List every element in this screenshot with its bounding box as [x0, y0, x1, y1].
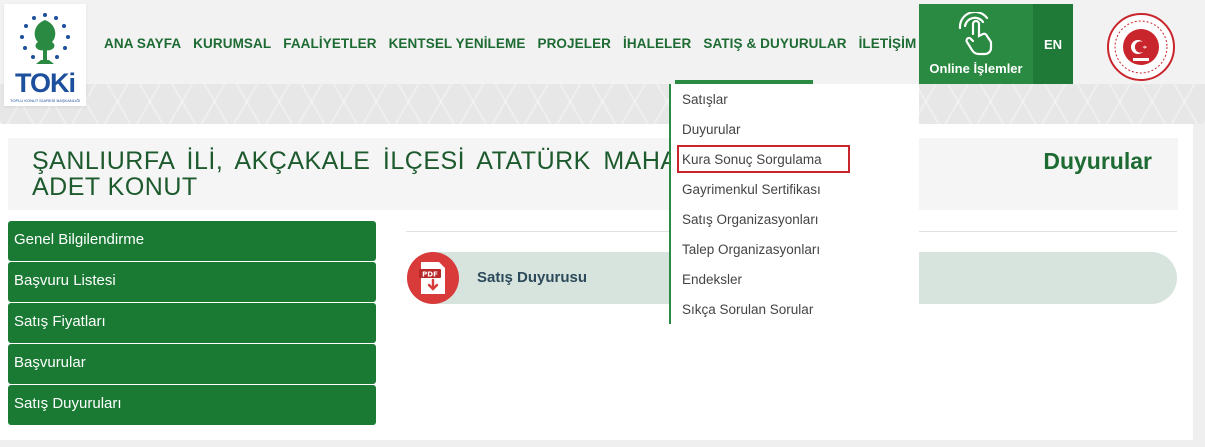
ministry-seal-icon	[1107, 13, 1175, 81]
sidebar: Genel Bilgilendirme Başvuru Listesi Satı…	[8, 221, 376, 426]
nav-item-faaliyetler[interactable]: FAALİYETLER	[283, 36, 376, 51]
logo-text: TOKi	[14, 68, 76, 98]
page-title: ŞANLIURFA İLİ, AKÇAKALE İLÇESİ ATATÜRK M…	[32, 147, 692, 201]
dropdown-item-sss[interactable]: Sıkça Sorulan Sorular	[682, 302, 813, 317]
main-nav: ANA SAYFA KURUMSAL FAALİYETLER KENTSEL Y…	[104, 36, 928, 51]
logo-subtitle: TOPLU KONUT İDARESİ BAŞKANLIĞI	[10, 98, 80, 103]
toki-logo[interactable]: TOKi TOPLU KONUT İDARESİ BAŞKANLIĞI	[4, 4, 86, 106]
nav-item-satis-duyurular[interactable]: SATIŞ & DUYURULAR	[703, 36, 846, 51]
sidebar-item-satis-duyurulari[interactable]: Satış Duyuruları	[8, 385, 376, 425]
sidebar-item-basvuru-listesi[interactable]: Başvuru Listesi	[8, 262, 376, 302]
pdf-badge: PDF	[422, 271, 438, 279]
dropdown-item-duyurular[interactable]: Duyurular	[682, 122, 741, 137]
title-bar: ŞANLIURFA İLİ, AKÇAKALE İLÇESİ ATATÜRK M…	[8, 138, 1178, 210]
pdf-download-button[interactable]: PDF	[407, 252, 459, 304]
dropdown-item-satislar[interactable]: Satışlar	[682, 92, 728, 107]
online-islemler-label: Online İşlemler	[929, 61, 1023, 76]
sidebar-item-genel-bilgilendirme[interactable]: Genel Bilgilendirme	[8, 221, 376, 261]
nav-item-kentsel-yenileme[interactable]: KENTSEL YENİLEME	[389, 36, 526, 51]
language-switch-en[interactable]: EN	[1033, 4, 1073, 84]
dropdown-item-gayrimenkul-sertifikasi[interactable]: Gayrimenkul Sertifikası	[682, 182, 821, 197]
sidebar-item-basvurular[interactable]: Başvurular	[8, 344, 376, 384]
satis-duyurular-dropdown: Satışlar Duyurular Kura Sonuç Sorgulama …	[669, 84, 919, 324]
tree-logo-icon	[20, 13, 70, 64]
dropdown-item-endeksler[interactable]: Endeksler	[682, 272, 742, 287]
sidebar-item-satis-fiyatlari[interactable]: Satış Fiyatları	[8, 303, 376, 343]
pdf-download-icon: PDF	[419, 262, 445, 294]
page-category: Duyurular	[1043, 148, 1152, 174]
dropdown-item-satis-organizasyonlari[interactable]: Satış Organizasyonları	[682, 212, 819, 227]
nav-item-ana-sayfa[interactable]: ANA SAYFA	[104, 36, 181, 51]
nav-item-iletisim[interactable]: İLETİŞİM	[859, 36, 917, 51]
nav-item-ihaleler[interactable]: İHALELER	[623, 36, 691, 51]
nav-item-projeler[interactable]: PROJELER	[537, 36, 611, 51]
online-islemler-button[interactable]: Online İşlemler	[919, 4, 1033, 84]
header: TOKi TOPLU KONUT İDARESİ BAŞKANLIĞI ANA …	[0, 0, 1205, 106]
main-content: ŞANLIURFA İLİ, AKÇAKALE İLÇESİ ATATÜRK M…	[0, 124, 1193, 440]
decorative-pattern-strip	[0, 84, 1205, 124]
touch-hand-icon	[958, 12, 993, 56]
document-label: Satış Duyurusu	[477, 269, 588, 286]
highlight-box	[677, 145, 850, 173]
dropdown-item-talep-organizasyonlari[interactable]: Talep Organizasyonları	[682, 242, 820, 257]
nav-item-kurumsal[interactable]: KURUMSAL	[193, 36, 271, 51]
